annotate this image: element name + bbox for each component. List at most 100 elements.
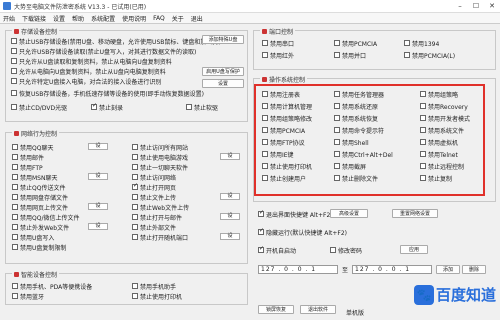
os-option[interactable]: 禁用虚拟机 bbox=[420, 138, 458, 147]
startup-option[interactable]: 隐藏运行(默认快捷键 Alt+F2) bbox=[258, 227, 347, 237]
net-option[interactable]: 禁止打开随机端口 bbox=[132, 233, 188, 242]
net-option[interactable]: 禁用QQ聊天 bbox=[12, 143, 53, 152]
net-option[interactable]: 禁止使用电脑游戏 bbox=[132, 153, 188, 162]
set-button[interactable]: 设 bbox=[88, 203, 108, 210]
os-option[interactable]: 禁用Ctrl+Alt+Del bbox=[334, 150, 393, 159]
menu-item-exit[interactable]: 退出 bbox=[191, 14, 203, 23]
set-button[interactable]: 设 bbox=[88, 223, 108, 230]
set-button[interactable]: 设 bbox=[220, 213, 240, 220]
net-option[interactable]: 禁用U盘写入 bbox=[12, 233, 54, 242]
advanced-button[interactable]: 高级设置 bbox=[330, 209, 368, 218]
menu-item-settings[interactable]: 设置 bbox=[53, 14, 65, 23]
menu-item-config[interactable]: 系统配置 bbox=[91, 14, 115, 23]
add-usb-button[interactable]: 添加特殊U盘 bbox=[202, 35, 244, 44]
net-option[interactable]: 禁止文件上传 bbox=[132, 193, 176, 202]
net-option[interactable]: 禁用网盘存储文件 bbox=[12, 193, 68, 202]
os-option[interactable]: 禁止使用打印机 bbox=[262, 162, 312, 171]
net-option[interactable]: 禁止外发Web文件 bbox=[12, 223, 69, 232]
password-option[interactable]: 修改密码 bbox=[330, 246, 362, 255]
storage-option[interactable]: 恢复USB存储设备，手机低速存储等设备的使用(即手动恢复数据设置) bbox=[11, 89, 204, 98]
os-option[interactable]: 禁止远程控制 bbox=[420, 162, 464, 171]
minimize-icon[interactable]: – bbox=[452, 0, 468, 12]
os-option[interactable]: 禁用系统文件 bbox=[420, 126, 464, 135]
os-option[interactable]: 禁用组策略 bbox=[420, 90, 458, 99]
remove-ip-button[interactable]: 删除 bbox=[462, 265, 486, 274]
set-button[interactable]: 设 bbox=[88, 173, 108, 180]
set-button[interactable]: 设 bbox=[220, 233, 240, 240]
os-option[interactable]: 禁用计算机管理 bbox=[262, 102, 312, 111]
mobile-option[interactable]: 禁用手机、PDA等便携设备 bbox=[12, 282, 92, 291]
os-option[interactable]: 禁用任务管理器 bbox=[334, 90, 384, 99]
os-option[interactable]: 禁用Recovery bbox=[420, 102, 468, 111]
net-option[interactable]: 禁止外部文件 bbox=[132, 223, 176, 232]
menu-item-start[interactable]: 开始 bbox=[3, 14, 15, 23]
autostart-option[interactable]: 开机自启动 bbox=[258, 245, 296, 255]
storage-option[interactable]: 只允许USB存储设备读取(禁止U盘写入，对其进行数据文件的读取) bbox=[11, 47, 196, 56]
storage-option[interactable]: 允许从电脑向U盘复制资料，禁止从U盘向电脑复制资料 bbox=[11, 67, 166, 76]
net-option[interactable]: 禁用网页上传文件 bbox=[12, 203, 68, 212]
net-option[interactable]: 禁止打开与邮件 bbox=[132, 213, 182, 222]
set-button[interactable]: 设 bbox=[220, 153, 240, 160]
menu-item-help[interactable]: 帮助 bbox=[72, 14, 84, 23]
lock-restore-button[interactable]: 锁屏恢复 bbox=[258, 305, 294, 314]
os-option[interactable]: 禁用PCMCIA bbox=[262, 126, 305, 135]
storage-settings-button[interactable]: 设置 bbox=[202, 79, 244, 88]
set-button[interactable]: 设 bbox=[88, 143, 108, 150]
write-protect-button[interactable]: 启用U盘写保护 bbox=[202, 67, 244, 76]
reset-network-button[interactable]: 重置网络设置 bbox=[392, 209, 438, 218]
net-option[interactable]: 禁用QQ/微信上传文件 bbox=[12, 213, 79, 222]
net-option[interactable]: 禁止一切聊天软件 bbox=[132, 163, 188, 172]
net-option[interactable]: 禁止访问网络 bbox=[132, 173, 176, 182]
os-option[interactable]: 禁止删除文件 bbox=[334, 174, 378, 183]
port-option[interactable]: 禁用1394 bbox=[404, 39, 439, 48]
net-option[interactable]: 禁用U盘复制限制 bbox=[12, 243, 66, 252]
ip-from-input[interactable]: 127 . 0 . 0 . 1 bbox=[258, 265, 338, 274]
os-option[interactable]: 禁用Shell bbox=[334, 138, 369, 147]
port-option[interactable]: 禁用PCMCIA(L) bbox=[404, 51, 455, 60]
net-option[interactable]: 禁止打开网页 bbox=[132, 182, 176, 192]
mobile-option[interactable]: 禁止使用打印机 bbox=[132, 292, 182, 301]
os-option[interactable]: 禁用注册表 bbox=[262, 90, 300, 99]
os-option[interactable]: 禁用截屏 bbox=[334, 162, 366, 171]
port-option[interactable]: 禁用并口 bbox=[334, 51, 366, 60]
close-icon[interactable]: ✕ bbox=[484, 0, 500, 12]
menu-item-manual[interactable]: 使用说明 bbox=[122, 14, 146, 23]
hotkey-option[interactable]: 退出界面快捷键 Alt+F2 bbox=[258, 209, 330, 219]
os-option[interactable]: 禁用系统还原 bbox=[334, 102, 378, 111]
storage-option[interactable]: 禁止USB存储设备(禁用U盘、移动硬盘，允许使用USB鼠标、键盘和加密狗) bbox=[11, 37, 221, 46]
os-option[interactable]: 禁用系统恢复 bbox=[334, 114, 378, 123]
menu-item-download[interactable]: 下载链接 bbox=[22, 14, 46, 23]
os-option[interactable]: 禁用FTP协议 bbox=[262, 138, 305, 147]
ip-to-input[interactable]: 127 . 0 . 0 . 1 bbox=[352, 265, 432, 274]
storage-option[interactable]: 只允许特定U盘接入电脑，对合法的接入设备进行识别 bbox=[11, 77, 161, 86]
storage-option[interactable]: 禁止刻录 bbox=[91, 102, 123, 112]
net-option[interactable]: 禁止QQ传送文件 bbox=[12, 183, 65, 192]
net-option[interactable]: 禁用MSN聊天 bbox=[12, 173, 57, 182]
net-option[interactable]: 禁用邮件 bbox=[12, 153, 44, 162]
mobile-option[interactable]: 禁用蓝牙 bbox=[12, 292, 44, 301]
set-button[interactable]: 设 bbox=[220, 193, 240, 200]
os-option[interactable]: 禁用组策略修改 bbox=[262, 114, 312, 123]
menu-item-about[interactable]: 关于 bbox=[172, 14, 184, 23]
os-option[interactable]: 禁止创建用户 bbox=[262, 174, 306, 183]
exit-app-button[interactable]: 退出软件 bbox=[300, 305, 336, 314]
net-option[interactable]: 禁用FTP bbox=[12, 163, 43, 172]
os-option[interactable]: 禁用命令提示符 bbox=[334, 126, 384, 135]
os-option[interactable]: 禁用IE键 bbox=[262, 150, 294, 159]
os-option[interactable]: 禁用Telnet bbox=[420, 150, 458, 159]
net-option[interactable]: 禁止Web文件上传 bbox=[132, 203, 189, 212]
net-option[interactable]: 禁止访问所有网站 bbox=[132, 143, 188, 152]
maximize-icon[interactable]: ☐ bbox=[468, 0, 484, 12]
os-option[interactable]: 禁止复制 bbox=[420, 174, 452, 183]
port-option[interactable]: 禁用PCMCIA bbox=[334, 39, 377, 48]
add-ip-button[interactable]: 添加 bbox=[436, 265, 460, 274]
port-option[interactable]: 禁用红外 bbox=[262, 51, 294, 60]
storage-option[interactable]: 只允许从U盘读取和复制资料，禁止从电脑向U盘复制资料 bbox=[11, 57, 172, 66]
os-option[interactable]: 禁用开发者模式 bbox=[420, 114, 470, 123]
apply-button[interactable]: 应用 bbox=[400, 245, 428, 254]
storage-option[interactable]: 禁止CD/DVD光驱 bbox=[11, 103, 67, 112]
menu-item-faq[interactable]: FAQ bbox=[153, 15, 165, 22]
mobile-option[interactable]: 禁用手机助手 bbox=[132, 282, 176, 291]
port-option[interactable]: 禁用串口 bbox=[262, 39, 294, 48]
storage-option[interactable]: 禁止软驱 bbox=[186, 103, 218, 112]
